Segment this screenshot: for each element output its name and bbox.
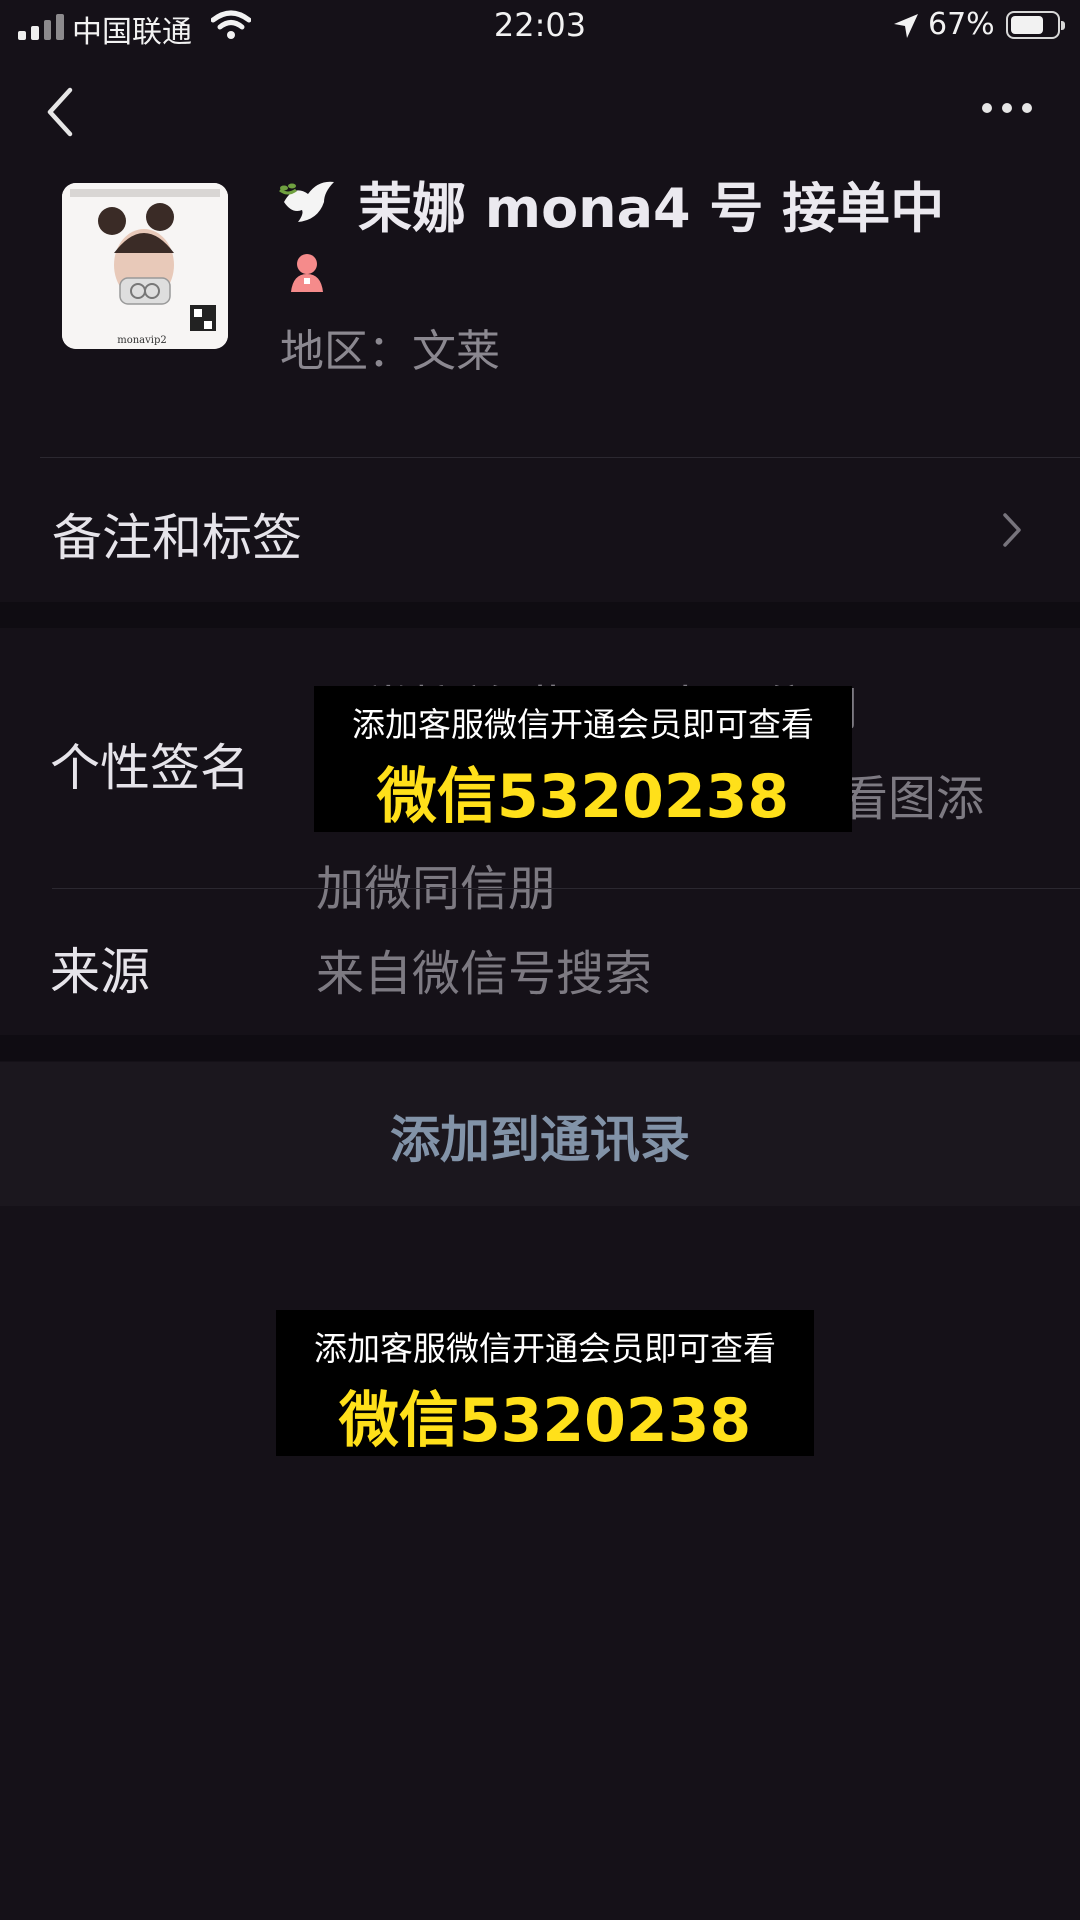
location-arrow-icon [894, 14, 918, 38]
signature-line-3: 加微同信朋 [316, 861, 557, 917]
avatar[interactable]: monavip2 [62, 183, 228, 349]
contact-name-text: 茉娜 mona4 号 接单中 [358, 176, 945, 240]
remark-tags-label: 备注和标签 [52, 509, 302, 567]
promo-banner-wechat: 微信5320238 [376, 762, 790, 832]
female-icon [291, 254, 323, 292]
more-button[interactable] [982, 96, 1032, 120]
section-gap [0, 602, 1080, 628]
signal-icon [18, 12, 64, 40]
promo-banner-text: 添加客服微信开通会员即可查看 [352, 705, 814, 744]
battery-percent: 67% [928, 7, 995, 42]
promo-banner: 添加客服微信开通会员即可查看 微信5320238 [314, 686, 852, 832]
region-text: 地区：文莱 [280, 326, 500, 377]
promo-banner: 添加客服微信开通会员即可查看 微信5320238 [276, 1310, 814, 1456]
divider [52, 888, 1080, 889]
avatar-image: monavip2 [62, 183, 228, 349]
add-to-contacts-label: 添加到通讯录 [390, 1111, 690, 1169]
promo-banner-wechat: 微信5320238 [338, 1386, 752, 1456]
chevron-right-icon [1003, 513, 1021, 547]
contact-name: 茉娜 mona4 号 接单中 [278, 168, 1058, 240]
source-label: 来源 [50, 943, 150, 1001]
source-value: 来自微信号搜索 [316, 946, 653, 1002]
wifi-icon [211, 10, 251, 39]
status-time: 22:03 [493, 6, 587, 44]
battery-icon [1006, 11, 1065, 39]
signature-label: 个性签名 [50, 739, 250, 797]
carrier-name: 中国联通 [72, 15, 192, 50]
back-chevron-icon[interactable] [40, 84, 80, 140]
status-bar: 中国联通 22:03 67% [0, 0, 1080, 56]
svg-text:monavip2: monavip2 [117, 335, 167, 346]
remark-tags-row[interactable]: 备注和标签 [0, 458, 1080, 602]
section-gap [0, 1035, 1080, 1061]
promo-banner-text: 添加客服微信开通会员即可查看 [314, 1329, 776, 1368]
dove-icon [279, 181, 334, 222]
